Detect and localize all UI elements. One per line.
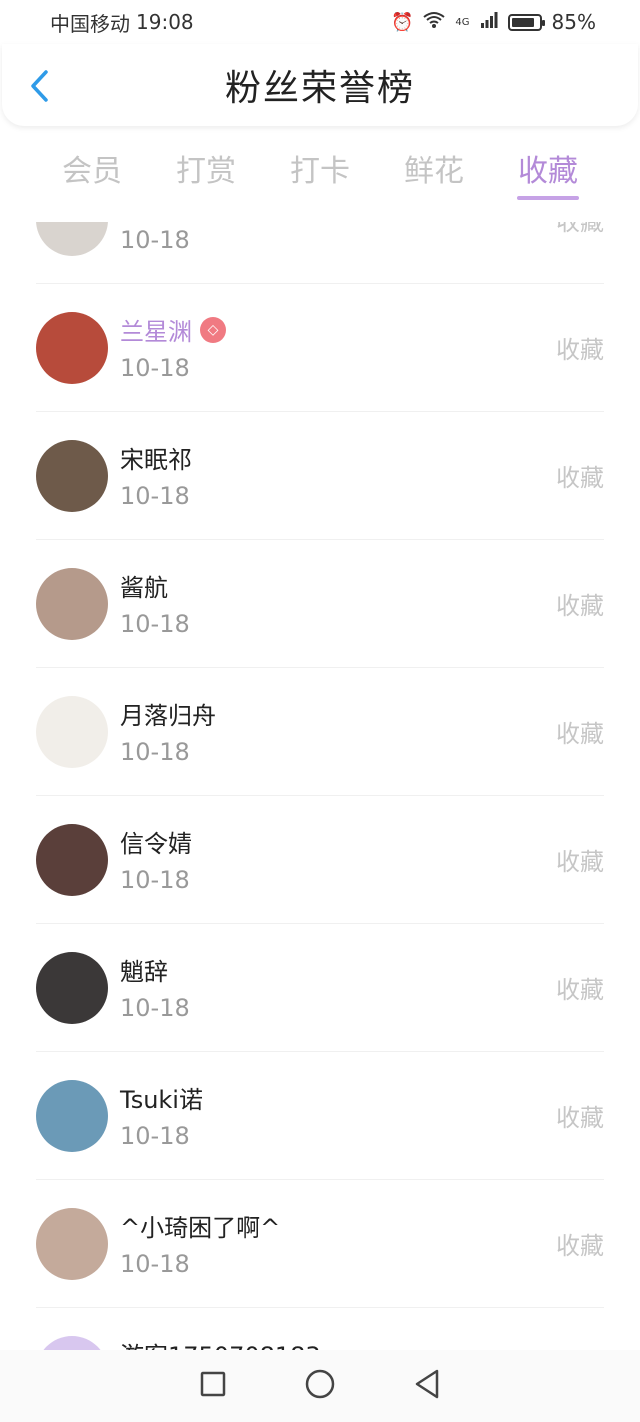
triangle-back-icon[interactable]	[413, 1368, 441, 1404]
tab-favorites[interactable]: 收藏	[503, 138, 593, 208]
avatar[interactable]	[36, 696, 108, 768]
user-name-text: 月落归舟	[120, 702, 216, 730]
user-name: 兰星渊 ◇	[120, 312, 226, 347]
user-name: 信令婧	[120, 824, 192, 859]
date-label: 10-18	[120, 354, 190, 382]
date-label: 10-18	[120, 610, 190, 638]
list-item[interactable]: ^小琦困了啊^ 10-18 收藏	[36, 1180, 604, 1308]
avatar[interactable]	[36, 312, 108, 384]
tab-bar: 会员 打赏 打卡 鲜花 收藏	[0, 138, 640, 208]
list-item[interactable]: 酱航 10-18 收藏	[36, 540, 604, 668]
carrier-label: 中国移动	[50, 11, 130, 36]
user-name-text: 游客1750708183	[120, 1336, 321, 1350]
avatar[interactable]	[36, 824, 108, 896]
header: 粉丝荣誉榜	[2, 44, 638, 126]
date-label: 10-18	[120, 866, 190, 894]
user-name-text: ^小琦困了啊^	[120, 1214, 281, 1242]
list-item[interactable]: 信令婧 10-18 收藏	[36, 796, 604, 924]
date-label: 10-18	[120, 1122, 190, 1150]
wifi-icon	[423, 11, 446, 34]
signal-icon	[480, 11, 498, 34]
circle-icon[interactable]	[304, 1368, 336, 1404]
avatar[interactable]	[36, 1336, 108, 1350]
chevron-left-icon	[31, 70, 48, 102]
screen: 中国移动 19:08 ⏰ 4G 85% 粉丝荣誉榜 会员 打赏 打卡 鲜花 收藏…	[0, 0, 640, 1422]
avatar[interactable]	[36, 568, 108, 640]
avatar[interactable]	[36, 952, 108, 1024]
square-icon[interactable]	[199, 1370, 227, 1402]
list-item[interactable]: 游客175070818310-18收藏	[36, 1308, 604, 1350]
status-left: 中国移动 19:08	[50, 8, 194, 37]
action-label: 收藏	[556, 1104, 604, 1132]
user-name-text: 兰星渊	[120, 318, 192, 346]
tab-member[interactable]: 会员	[47, 138, 137, 208]
list-item[interactable]: 宋眠祁 10-18 收藏	[36, 412, 604, 540]
battery-percent: 85%	[551, 10, 596, 34]
action-label: 收藏	[556, 464, 604, 492]
date-label: 10-18	[120, 482, 190, 510]
action-label: 收藏	[556, 592, 604, 620]
page-title: 粉丝荣誉榜	[224, 68, 415, 109]
battery-fill	[511, 17, 534, 27]
user-name-text: 酱航	[120, 574, 168, 602]
avatar[interactable]	[36, 440, 108, 512]
list-item[interactable]: 兰星渊 ◇ 10-18 收藏	[36, 284, 604, 412]
user-name-text: 魈辞	[120, 958, 168, 986]
tab-flowers[interactable]: 鲜花	[389, 138, 479, 208]
date-label: 10-18	[120, 1250, 190, 1278]
user-name: 游客1750708183	[120, 1336, 321, 1350]
system-nav-bar	[0, 1350, 640, 1422]
user-name: 魈辞	[120, 952, 168, 987]
alarm-icon: ⏰	[391, 11, 414, 33]
status-bar: 中国移动 19:08 ⏰ 4G 85%	[0, 0, 640, 44]
avatar[interactable]	[36, 1208, 108, 1280]
action-label: 收藏	[556, 848, 604, 876]
user-name-text: 信令婧	[120, 830, 192, 858]
tab-checkin[interactable]: 打卡	[275, 138, 365, 208]
list-item[interactable]: 魈辞 10-18 收藏	[36, 924, 604, 1052]
date-label: 10-18	[120, 738, 190, 766]
fan-list-content: 10-18 收藏 兰星渊 ◇ 10-18 收藏 宋眠祁 10-18 收藏 酱航 10-18 收藏 月落归…	[0, 222, 640, 1350]
time-label: 19:08	[136, 10, 194, 34]
user-name: ^小琦困了啊^	[120, 1208, 280, 1243]
avatar[interactable]	[36, 1080, 108, 1152]
user-name: 月落归舟	[120, 696, 216, 731]
tab-reward[interactable]: 打赏	[161, 138, 251, 208]
action-label: 收藏	[556, 720, 604, 748]
action-label: 收藏	[556, 336, 604, 364]
user-name-text: 宋眠祁	[120, 446, 192, 474]
user-name: 宋眠祁	[120, 440, 192, 475]
status-right: ⏰ 4G 85%	[391, 10, 596, 34]
list-item[interactable]: 月落归舟 10-18 收藏	[36, 668, 604, 796]
list-item[interactable]: 10-18 收藏	[36, 222, 604, 284]
action-label: 收藏	[556, 1232, 604, 1260]
back-button[interactable]	[24, 66, 54, 106]
fan-list[interactable]: 10-18 收藏 兰星渊 ◇ 10-18 收藏 宋眠祁 10-18 收藏 酱航 10-18 收藏 月落归…	[0, 222, 640, 1350]
avatar[interactable]	[36, 222, 108, 256]
battery-icon	[507, 13, 545, 31]
date-label: 10-18	[120, 994, 190, 1022]
network-label: 4G	[455, 16, 470, 28]
date-label: 10-18	[120, 226, 190, 254]
diamond-icon: ◇	[200, 316, 226, 343]
user-name: 酱航	[120, 568, 168, 603]
user-name-text: Tsuki诺	[120, 1086, 203, 1114]
user-name: Tsuki诺	[120, 1080, 203, 1115]
list-item[interactable]: Tsuki诺 10-18 收藏	[36, 1052, 604, 1180]
action-label: 收藏	[556, 976, 604, 1004]
action-label: 收藏	[556, 222, 604, 236]
